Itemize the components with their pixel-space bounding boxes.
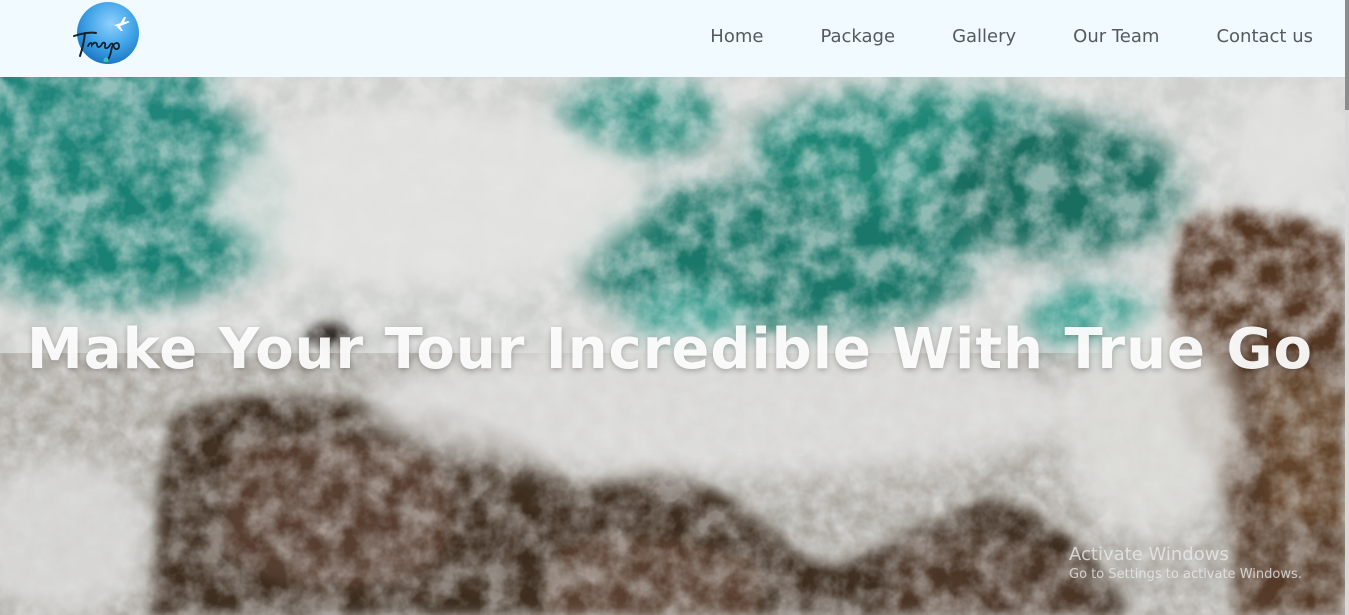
watermark-subtitle: Go to Settings to activate Windows. xyxy=(1069,567,1302,582)
nav-gallery[interactable]: Gallery xyxy=(895,24,1016,50)
page: Home Package Gallery Our Team Contact us xyxy=(0,0,1349,615)
nav-home[interactable]: Home xyxy=(710,24,763,50)
main-nav: Home Package Gallery Our Team Contact us xyxy=(710,24,1313,50)
windows-activation-watermark: Activate Windows Go to Settings to activ… xyxy=(1069,544,1302,584)
brand-logo[interactable] xyxy=(70,0,142,70)
navbar: Home Package Gallery Our Team Contact us xyxy=(0,0,1345,77)
logo-graphic xyxy=(73,2,139,64)
scrollbar-thumb[interactable] xyxy=(1345,0,1349,110)
nav-package[interactable]: Package xyxy=(763,24,895,50)
nav-our-team[interactable]: Our Team xyxy=(1016,24,1159,50)
watermark-title: Activate Windows xyxy=(1069,544,1229,565)
hero-title: Make Your Tour Incredible With True Go xyxy=(27,317,1313,382)
page-scrollbar[interactable] xyxy=(1345,0,1349,615)
nav-contact-us[interactable]: Contact us xyxy=(1159,24,1313,50)
hero-section: Make Your Tour Incredible With True Go A… xyxy=(0,77,1345,615)
